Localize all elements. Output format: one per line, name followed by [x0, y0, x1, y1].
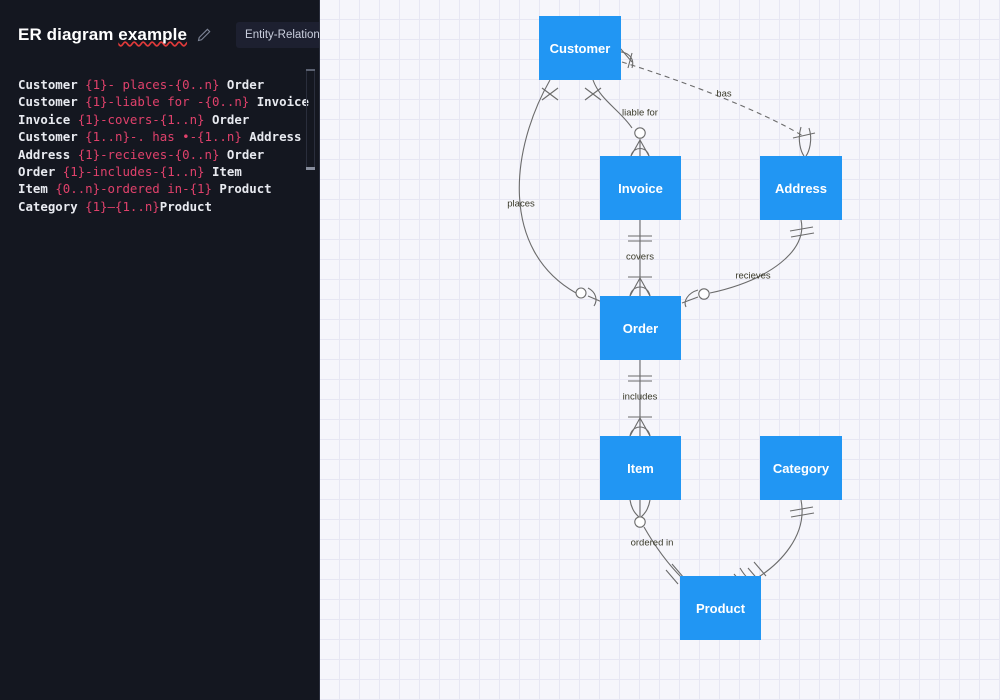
code-line[interactable]: Customer {1}- places-{0..n} Order [18, 76, 320, 93]
entity-node-order[interactable]: Order [600, 296, 681, 360]
pencil-icon[interactable] [196, 27, 212, 43]
edge-label-liable-for[interactable]: liable for [622, 108, 658, 119]
edge-label-recieves[interactable]: recieves [735, 271, 770, 282]
edge-ordered-line [643, 526, 683, 579]
edge-has-line [621, 61, 804, 137]
code-entity-b: Product [211, 181, 272, 197]
page-title-text: ER diagram [18, 25, 119, 44]
editor-scrollbar-track[interactable] [306, 70, 315, 170]
entity-node-label: Invoice [618, 180, 663, 196]
code-entity-a: Order [18, 164, 63, 180]
code-entity-a: Customer [18, 94, 86, 110]
entity-node-label: Category [772, 460, 830, 476]
entity-node-customer[interactable]: Customer [539, 16, 621, 80]
edge-liable-line [592, 79, 633, 129]
page-title[interactable]: ER diagram example [18, 25, 187, 45]
edge-category-bar3 [753, 561, 767, 577]
code-relation: {1}-includes-{1..n} [62, 164, 205, 180]
code-entity-a: Customer [18, 77, 86, 92]
entity-node-label: Order [622, 320, 659, 336]
entity-node-label: Customer [549, 40, 611, 56]
code-entity-b: Order [219, 77, 265, 92]
code-relation: {1}-recieves-{0..n} [77, 146, 220, 162]
edge-liable-zero-marker [634, 127, 646, 139]
edge-label-ordered-in[interactable]: ordered in [631, 538, 674, 549]
edge-recieves-crowfoot [684, 289, 699, 308]
code-entity-a: Customer [18, 129, 86, 145]
entity-node-category[interactable]: Category [760, 436, 842, 500]
code-line[interactable]: Category {1}—{1..n}Product [18, 198, 320, 215]
entity-node-invoice[interactable]: Invoice [600, 156, 681, 220]
code-relation: {1}—{1..n} [85, 198, 160, 214]
code-entity-a: Item [18, 181, 56, 197]
code-entity-a: Invoice [18, 111, 78, 127]
code-line[interactable]: Customer {1..n}-. has •-{1..n} Address [18, 128, 320, 145]
editor-scrollbar-thumb[interactable] [306, 167, 315, 170]
editor-scrollbar-thumb-top[interactable] [306, 69, 315, 71]
code-entity-b: Invoice [249, 94, 309, 110]
code-entity-b: Order [204, 111, 250, 127]
code-relation: {0..n}-ordered in-{1} [55, 181, 212, 197]
editor-header: ER diagram example Entity-Relationship [0, 0, 367, 70]
code-line[interactable]: Item {0..n}-ordered in-{1} Product [18, 180, 320, 197]
edge-label-includes[interactable]: includes [623, 392, 658, 403]
edge-label-covers[interactable]: covers [626, 252, 654, 263]
edge-places-line [518, 79, 577, 294]
code-relation: {1..n}-. has •-{1..n} [85, 129, 242, 145]
code-entity-a: Address [18, 146, 78, 162]
code-line[interactable]: Invoice {1}-covers-{1..n} Order [18, 111, 320, 128]
edge-has-bar-address [792, 132, 816, 139]
editor-panel: ER diagram example Entity-Relationship C… [0, 0, 367, 700]
edge-ordered-crowfoot-item [629, 499, 641, 519]
code-entity-b: Product [159, 198, 212, 214]
code-entity-b: Item [204, 164, 242, 180]
edge-recieves-zero-marker [698, 288, 710, 300]
edge-places-zero-marker [575, 287, 587, 299]
entity-node-address[interactable]: Address [760, 156, 842, 220]
code-editor[interactable]: Customer {1}- places-{0..n} Order Custome… [0, 70, 320, 215]
entity-node-item[interactable]: Item [600, 436, 681, 500]
edge-ordered-zero-marker [634, 516, 646, 528]
code-relation: {1}-covers-{1..n} [77, 111, 205, 127]
entity-node-product[interactable]: Product [680, 576, 761, 640]
edge-recieves-bar2 [790, 232, 815, 238]
code-relation: {1}-liable for -{0..n} [85, 94, 250, 110]
edge-places-crowfoot-customer [541, 87, 559, 101]
page-title-misspelled-word: example [118, 25, 188, 44]
er-diagram-app: ER diagram example Entity-Relationship C… [0, 0, 1000, 700]
edge-label-has[interactable]: has [716, 89, 731, 100]
code-line[interactable]: Address {1}-recieves-{0..n} Order [18, 146, 320, 163]
code-entity-a: Category [18, 198, 86, 214]
edge-label-places[interactable]: places [507, 199, 534, 210]
entity-node-label: Product [695, 600, 746, 616]
code-line[interactable]: Customer {1}-liable for -{0..n} Invoice [18, 93, 320, 110]
entity-node-label: Address [774, 180, 828, 196]
code-entity-b: Address [241, 129, 302, 145]
code-line[interactable]: Order {1}-includes-{1..n} Item [18, 163, 320, 180]
edge-recieves-line [709, 219, 803, 294]
diagram-canvas[interactable]: Customer Invoice Address Order Item Category P… [320, 0, 1000, 700]
entity-node-label: Item [627, 460, 654, 476]
edge-liable-crowfoot-customer [584, 87, 602, 101]
code-entity-b: Order [219, 146, 265, 162]
code-relation: {1}- places-{0..n} [85, 77, 220, 92]
